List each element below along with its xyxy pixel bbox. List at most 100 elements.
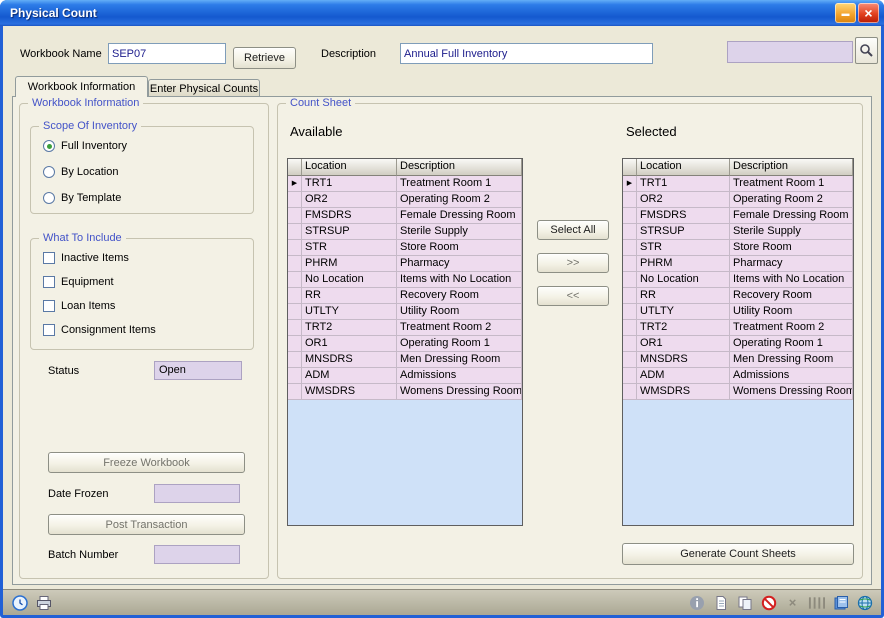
count-sheet-group: Count Sheet Available Location Descripti… [277, 103, 863, 579]
freeze-workbook-button[interactable]: Freeze Workbook [48, 452, 245, 473]
checkbox-icon [43, 252, 55, 264]
table-row[interactable]: OR2Operating Room 2 [288, 192, 522, 208]
table-row[interactable]: MNSDRSMen Dressing Room [623, 352, 853, 368]
table-row[interactable]: STRSUPSterile Supply [288, 224, 522, 240]
location-cell: TRT1 [637, 176, 730, 192]
table-row[interactable]: ADMAdmissions [623, 368, 853, 384]
table-row[interactable]: OR2Operating Room 2 [623, 192, 853, 208]
physical-count-window: Physical Count ▬ × Workbook Name Retriev… [0, 0, 884, 618]
table-row[interactable]: PHRMPharmacy [623, 256, 853, 272]
table-row[interactable]: UTLTYUtility Room [288, 304, 522, 320]
table-row[interactable]: STRStore Room [623, 240, 853, 256]
select-all-button[interactable]: Select All [537, 220, 609, 240]
location-cell: UTLTY [637, 304, 730, 320]
search-button[interactable] [855, 37, 878, 64]
description-cell: Pharmacy [730, 256, 853, 272]
table-row[interactable]: ▶TRT1Treatment Room 1 [288, 176, 522, 192]
location-cell: MNSDRS [637, 352, 730, 368]
book-icon[interactable] [832, 594, 849, 611]
radio-full-inventory[interactable]: Full Inventory [43, 139, 127, 153]
table-row[interactable]: ▶TRT1Treatment Room 1 [623, 176, 853, 192]
table-row[interactable]: PHRMPharmacy [288, 256, 522, 272]
description-cell: Items with No Location [397, 272, 522, 288]
group-title: Count Sheet [286, 97, 355, 109]
copy-icon[interactable] [736, 594, 753, 611]
group-title: Workbook Information [28, 97, 143, 109]
post-transaction-button[interactable]: Post Transaction [48, 514, 245, 535]
search-icon [858, 42, 875, 59]
table-row[interactable]: STRSUPSterile Supply [623, 224, 853, 240]
description-cell: Recovery Room [730, 288, 853, 304]
table-row[interactable]: TRT2Treatment Room 2 [288, 320, 522, 336]
clear-icon[interactable]: × [784, 594, 801, 611]
location-cell: STR [302, 240, 397, 256]
retrieve-button[interactable]: Retrieve [233, 47, 296, 69]
row-selector-arrow: ▶ [288, 176, 302, 192]
globe-icon[interactable] [856, 594, 873, 611]
generate-count-sheets-button[interactable]: Generate Count Sheets [622, 543, 854, 565]
splitter-icon[interactable] [808, 594, 825, 611]
location-cell: PHRM [302, 256, 397, 272]
table-row[interactable]: OR1Operating Room 1 [288, 336, 522, 352]
description-cell: Items with No Location [730, 272, 853, 288]
tab-enter-physical-counts[interactable]: Enter Physical Counts [148, 79, 260, 97]
close-button[interactable]: × [858, 3, 879, 23]
table-row[interactable]: OR1Operating Room 1 [623, 336, 853, 352]
table-row[interactable]: No LocationItems with No Location [288, 272, 522, 288]
table-row[interactable]: MNSDRSMen Dressing Room [288, 352, 522, 368]
checkbox-inactive-items[interactable]: Inactive Items [43, 251, 129, 265]
table-row[interactable]: RRRecovery Room [623, 288, 853, 304]
description-cell: Treatment Room 1 [397, 176, 522, 192]
checkbox-loan-items[interactable]: Loan Items [43, 299, 115, 313]
available-table-body: ▶TRT1Treatment Room 1OR2Operating Room 2… [288, 176, 522, 400]
titlebar[interactable]: Physical Count ▬ × [0, 0, 884, 26]
location-cell: FMSDRS [637, 208, 730, 224]
description-input[interactable] [400, 43, 653, 64]
description-cell: Utility Room [730, 304, 853, 320]
page-icon[interactable] [712, 594, 729, 611]
radio-label: Full Inventory [61, 140, 127, 152]
table-row[interactable]: STRStore Room [288, 240, 522, 256]
table-row[interactable]: TRT2Treatment Room 2 [623, 320, 853, 336]
table-row[interactable]: WMSDRSWomens Dressing Room [623, 384, 853, 400]
table-row[interactable]: RRRecovery Room [288, 288, 522, 304]
lookup-field[interactable] [727, 41, 853, 63]
checkbox-equipment[interactable]: Equipment [43, 275, 114, 289]
move-right-button[interactable]: >> [537, 253, 609, 273]
available-table[interactable]: Location Description ▶TRT1Treatment Room… [287, 158, 523, 526]
printer-icon[interactable] [35, 594, 52, 611]
tab-workbook-information[interactable]: Workbook Information [15, 76, 148, 97]
clock-icon[interactable] [11, 594, 28, 611]
table-row[interactable]: FMSDRSFemale Dressing Room [623, 208, 853, 224]
description-cell: Sterile Supply [730, 224, 853, 240]
location-cell: WMSDRS [302, 384, 397, 400]
selected-table[interactable]: Location Description ▶TRT1Treatment Room… [622, 158, 854, 526]
location-cell: ADM [302, 368, 397, 384]
location-cell: PHRM [637, 256, 730, 272]
workbook-name-input[interactable] [108, 43, 226, 64]
workbook-information-panel: Workbook Information Scope Of Inventory … [12, 96, 872, 585]
table-row[interactable]: ADMAdmissions [288, 368, 522, 384]
minimize-button[interactable]: ▬ [835, 3, 856, 23]
table-row[interactable]: WMSDRSWomens Dressing Room [288, 384, 522, 400]
description-cell: Admissions [397, 368, 522, 384]
description-cell: Treatment Room 1 [730, 176, 853, 192]
table-row[interactable]: UTLTYUtility Room [623, 304, 853, 320]
checkbox-consignment-items[interactable]: Consignment Items [43, 323, 156, 337]
available-table-header: Location Description [288, 159, 522, 176]
what-to-include-group: What To Include Inactive Items Equipment… [30, 238, 254, 350]
checkbox-label: Equipment [61, 276, 114, 288]
info-icon[interactable] [688, 594, 705, 611]
row-selector [623, 320, 637, 336]
radio-by-template[interactable]: By Template [43, 191, 121, 205]
description-cell: Womens Dressing Room [730, 384, 853, 400]
block-icon[interactable] [760, 594, 777, 611]
description-cell: Store Room [397, 240, 522, 256]
radio-by-location[interactable]: By Location [43, 165, 118, 179]
table-row[interactable]: FMSDRSFemale Dressing Room [288, 208, 522, 224]
checkbox-label: Inactive Items [61, 252, 129, 264]
move-left-button[interactable]: << [537, 286, 609, 306]
window-title: Physical Count [0, 6, 97, 20]
row-selector [623, 192, 637, 208]
table-row[interactable]: No LocationItems with No Location [623, 272, 853, 288]
